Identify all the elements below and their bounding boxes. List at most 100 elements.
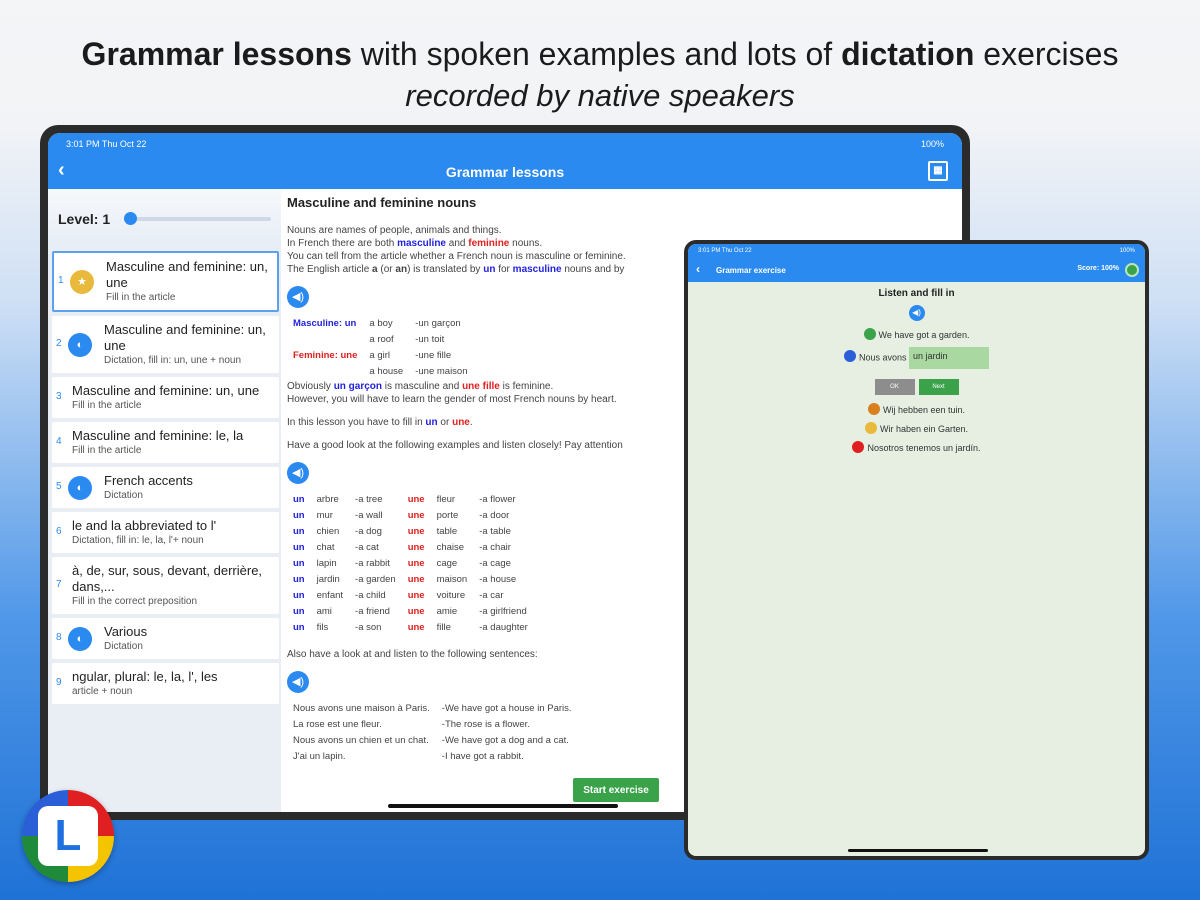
level-slider[interactable]: [124, 212, 271, 225]
english-sentence: We have got a garden.: [878, 330, 970, 340]
lesson-number: 3: [56, 390, 62, 402]
lesson-item[interactable]: 5 ◐ French accents Dictation: [52, 467, 279, 508]
speaker-icon[interactable]: ◀): [287, 462, 309, 484]
lesson-item[interactable]: 6 le and la abbreviated to l' Dictation,…: [52, 512, 279, 553]
lesson-number: 6: [56, 525, 62, 537]
table-row: Nous avons un chien et un chat. -We have …: [287, 733, 578, 749]
status-bar: 3:01 PM Thu Oct 22 100%: [688, 244, 1145, 258]
dutch-flag-icon: [867, 403, 880, 415]
table-row: J'ai un lapin. -I have got a rabbit.: [287, 749, 578, 765]
text: nouns.: [509, 238, 543, 249]
table-cell: -a garden: [355, 574, 396, 585]
table-cell: ami: [316, 606, 332, 617]
table-cell: -a daughter: [479, 622, 528, 633]
lesson-number: 2: [56, 337, 62, 349]
masculine-word: masculine: [397, 238, 446, 249]
masculine-word: un garçon: [333, 381, 383, 392]
slider-knob[interactable]: [124, 212, 138, 225]
table-cell: lapin: [316, 558, 337, 569]
table-cell: Feminine: une: [293, 350, 358, 361]
table-cell: un: [293, 606, 305, 617]
speaker-icon[interactable]: ◀): [287, 286, 309, 308]
lesson-subtitle: article + noun: [72, 686, 133, 697]
grid-icon[interactable]: ▦: [928, 161, 948, 181]
table-cell: fleur: [436, 494, 456, 505]
lesson-item[interactable]: 2 ◐ Masculine and feminine: un, une Dict…: [52, 316, 279, 373]
table-cell: un: [293, 574, 305, 585]
table-cell: -I have got a rabbit.: [441, 751, 524, 762]
table-row: Nous avons une maison à Paris. -We have g…: [287, 701, 578, 717]
lesson-item[interactable]: 3 Masculine and feminine: un, une Fill i…: [52, 377, 279, 418]
headline-bold-2: dictation: [841, 36, 975, 72]
answer-input[interactable]: un jardin: [909, 347, 990, 369]
spanish-flag-icon: [852, 441, 865, 453]
table-cell: arbre: [316, 494, 339, 505]
text: (or: [377, 264, 396, 275]
back-chevron-icon[interactable]: ‹: [696, 262, 700, 276]
feminine-word: une fille: [462, 381, 500, 392]
table-cell: -a cage: [479, 558, 511, 569]
next-button[interactable]: Next: [918, 379, 959, 395]
text: In this lesson you have to fill in: [287, 417, 426, 428]
back-chevron-icon[interactable]: ‹: [58, 159, 65, 182]
speaker-icon[interactable]: ◀): [908, 305, 925, 321]
ear-icon: ◐: [68, 332, 92, 357]
lesson-item[interactable]: 1 ★ Masculine and feminine: un, une Fill…: [52, 251, 279, 312]
vocab-table: un arbre -a tree une fleur -a flower un mur -a w…: [287, 492, 534, 636]
lesson-title: ngular, plural: le, la, l', les: [72, 669, 218, 684]
table-cell: mur: [316, 510, 333, 521]
table-row: un chat -a cat une chaise -a chair: [287, 540, 534, 556]
nav-title: Grammar exercise: [716, 265, 786, 275]
headline-bold-1: Grammar lessons: [81, 36, 352, 72]
status-battery: 100%: [1119, 248, 1135, 254]
table-cell: un: [293, 590, 305, 601]
dutch-sentence: Wij hebben een tuin.: [882, 405, 966, 415]
table-row: Feminine: une a girl -une fille: [287, 348, 474, 364]
ear-icon: ◐: [68, 475, 92, 500]
headline: Grammar lessons with spoken examples and…: [0, 32, 1200, 76]
table-cell: -a dog: [355, 526, 382, 537]
table-cell: un: [293, 526, 305, 537]
table-cell: [287, 364, 363, 380]
home-indicator: [848, 849, 988, 852]
ok-button[interactable]: OK: [874, 379, 915, 395]
status-battery: 100%: [920, 139, 944, 149]
table-cell: un: [293, 510, 305, 521]
table-cell: -a son: [355, 622, 382, 633]
table-cell: chien: [316, 526, 340, 537]
grammar-table: Masculine: un a boy -un garçon a roof -un t…: [287, 316, 474, 380]
speaker-icon[interactable]: ◀): [287, 671, 309, 693]
start-exercise-button[interactable]: Start exercise: [573, 778, 659, 802]
german-flag-icon: [864, 422, 877, 434]
article-un: un: [483, 264, 496, 275]
text: Obviously: [287, 381, 334, 392]
table-cell: une: [407, 494, 425, 505]
table-cell: fille: [436, 622, 451, 633]
table-cell: [287, 332, 363, 348]
lesson-subtitle: Dictation: [104, 490, 143, 501]
level-row: Level: 1: [48, 189, 281, 249]
table-cell: maison: [436, 574, 468, 585]
table-cell: -a girlfriend: [479, 606, 527, 617]
table-cell: fils: [316, 622, 329, 633]
table-row: un ami -a friend une amie -a girlfriend: [287, 604, 534, 620]
table-cell: -a chair: [479, 542, 511, 553]
article-un: un: [425, 417, 438, 428]
lesson-item[interactable]: 7 à, de, sur, sous, devant, derrière, da…: [52, 557, 279, 614]
table-cell: Masculine: un: [293, 318, 357, 329]
table-cell: chaise: [436, 542, 465, 553]
lesson-item[interactable]: 9 ngular, plural: le, la, l', les articl…: [52, 663, 279, 704]
exercise-tablet: 3:01 PM Thu Oct 22 100% ‹ Grammar exerci…: [684, 240, 1149, 860]
lesson-sidebar: Level: 1 1 ★ Masculine and feminine: un,…: [48, 189, 281, 812]
table-cell: jardin: [316, 574, 340, 585]
table-cell: -a flower: [479, 494, 516, 505]
lesson-item[interactable]: 4 Masculine and feminine: le, la Fill in…: [52, 422, 279, 463]
table-cell: une: [407, 622, 425, 633]
table-cell: une: [407, 558, 425, 569]
table-cell: un: [293, 558, 305, 569]
lesson-item[interactable]: 8 ◐ Various Dictation: [52, 618, 279, 659]
prompt-text: Nous avons: [858, 352, 907, 363]
subheadline: recorded by native speakers: [405, 78, 795, 113]
lesson-subtitle: Fill in the article: [72, 400, 142, 411]
table-cell: La rose est une fleur.: [293, 719, 382, 730]
